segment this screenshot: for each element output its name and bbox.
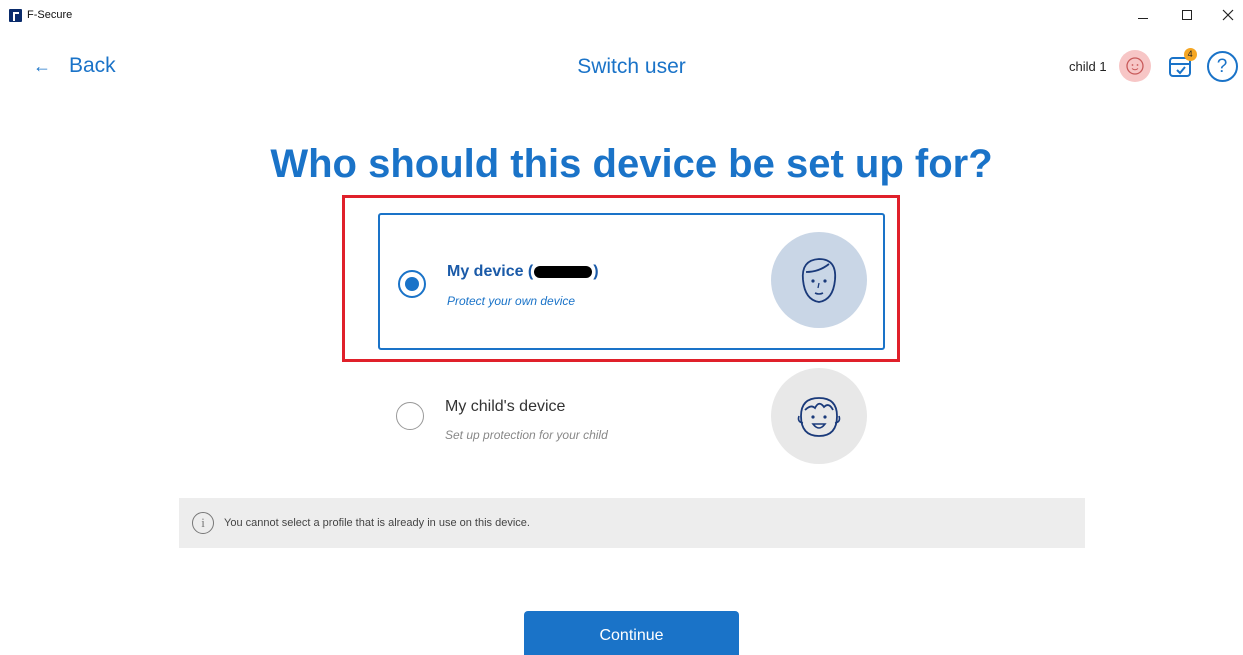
maximize-button[interactable] [1172,4,1202,26]
info-text: You cannot select a profile that is alre… [224,517,530,529]
help-icon: ? [1216,55,1228,77]
notifications-button[interactable]: 4 [1167,48,1197,80]
notification-badge: 4 [1183,48,1197,61]
option-child-device[interactable]: My child's device Set up protection for … [378,350,885,480]
adult-face-icon [771,232,867,328]
minimize-icon [1138,17,1148,19]
help-button[interactable]: ? [1206,50,1238,82]
close-button[interactable] [1213,4,1243,26]
radio-my-device[interactable] [398,270,426,298]
redacted-name [534,265,593,278]
maximize-icon [1182,10,1192,20]
title-bar: F-Secure [0,0,1243,32]
option-title: My child's device [445,398,566,415]
option-subtitle: Set up protection for your child [445,428,608,442]
option-title: My device () [447,263,599,280]
option-subtitle: Protect your own device [447,294,576,308]
child-avatar-icon [1125,57,1144,75]
page-title: Switch user [577,55,686,78]
close-icon [1222,9,1234,21]
f-secure-logo-icon [9,9,22,22]
main-heading: Who should this device be set up for? [270,142,993,186]
radio-child-device[interactable] [396,402,424,430]
option-my-device[interactable]: My device () Protect your own device [378,213,885,350]
minimize-button[interactable] [1128,4,1158,26]
continue-button[interactable]: Continue [524,611,739,655]
user-name: child 1 [1069,58,1107,74]
info-icon: i [192,512,214,534]
child-face-icon [771,368,867,464]
info-bar: i You cannot select a profile that is al… [179,498,1085,548]
avatar[interactable] [1118,50,1151,82]
user-area: child 1 4 ? [1069,48,1238,82]
app-title: F-Secure [27,9,73,21]
